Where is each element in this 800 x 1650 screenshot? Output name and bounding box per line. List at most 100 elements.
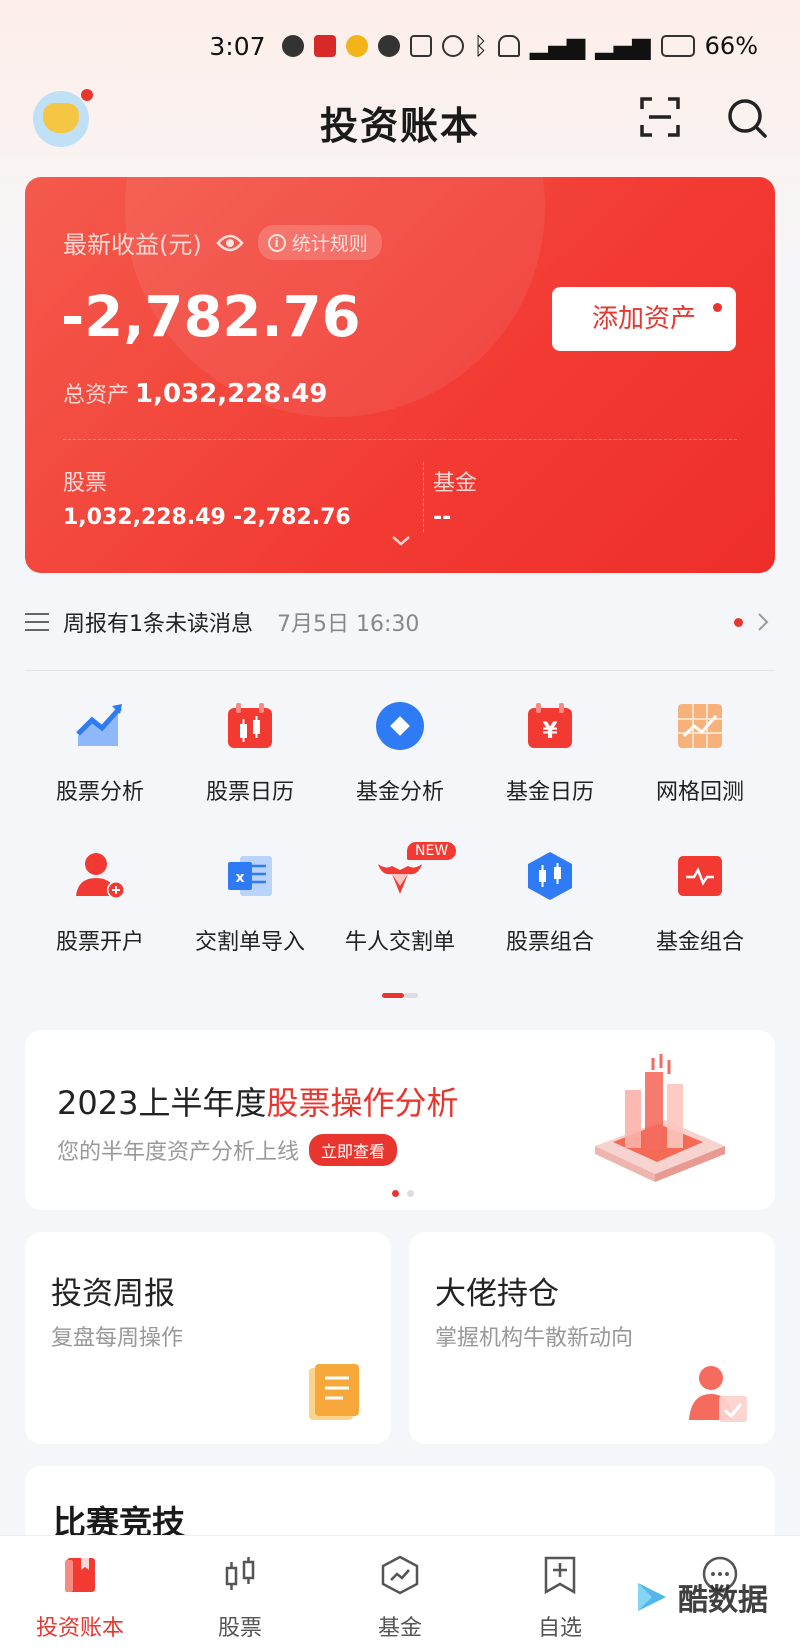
alarm-icon — [441, 35, 464, 57]
view-now-button[interactable]: 立即查看 — [309, 1134, 398, 1166]
new-badge: NEW — [407, 842, 457, 860]
nav-label: 股票 — [217, 1616, 262, 1641]
bluetooth-icon: ᛒ — [473, 32, 488, 60]
stock-profit-value: -2,782.76 — [233, 505, 351, 530]
grid-item-stock-analysis[interactable]: 股票分析 — [25, 700, 175, 850]
status-bar: 3:07 ᛒ ▂▄▆ ▂▄▆ 66% — [209, 28, 758, 64]
bar-chart-illustration — [595, 1054, 725, 1182]
nav-tab-watchlist[interactable]: 自选 — [490, 1536, 630, 1650]
grid-label: 股票日历 — [205, 780, 294, 805]
watermark-logo-icon — [638, 1583, 666, 1611]
info-icon: i — [267, 233, 286, 252]
stock-calendar-icon — [228, 703, 272, 748]
grid-item-open-account[interactable]: 股票开户 — [25, 850, 175, 1000]
stock-portfolio-icon — [528, 852, 572, 900]
trend-chart-icon — [76, 704, 122, 746]
nfc-icon — [409, 35, 432, 57]
menu-icon — [25, 613, 49, 631]
page-title: 投资账本 — [319, 104, 480, 148]
add-asset-label: 添加资产 — [591, 304, 696, 334]
stats-rules-label: 统计规则 — [291, 233, 368, 255]
wechat-icon — [281, 35, 304, 57]
banner-title-prefix: 2023上半年度 — [57, 1084, 267, 1122]
grid-item-grid-backtest[interactable]: 网格回测 — [625, 700, 775, 850]
candlestick-icon — [225, 1557, 255, 1590]
banner-title: 2023上半年度股票操作分析 — [57, 1078, 458, 1124]
grid-item-import-statement[interactable]: x 交割单导入 — [175, 850, 325, 1000]
stock-label[interactable]: 股票 — [63, 465, 107, 497]
grid-item-expert-statement[interactable]: NEW 牛人交割单 — [325, 842, 475, 1000]
nav-tab-stocks[interactable]: 股票 — [170, 1536, 310, 1650]
weekly-report-subtitle: 复盘每周操作 — [51, 1326, 184, 1351]
banner-title-highlight: 股票操作分析 — [266, 1084, 459, 1122]
grid-label: 网格回测 — [655, 780, 744, 805]
mute-icon — [497, 35, 520, 57]
stats-rules-badge[interactable]: i 统计规则 — [257, 225, 382, 260]
total-assets-value: 1,032,228.49 — [135, 379, 328, 409]
grid-label: 基金组合 — [655, 930, 744, 955]
investor-icon — [689, 1366, 747, 1422]
fund-calendar-icon: ¥ — [528, 703, 572, 748]
grid-item-fund-portfolio[interactable]: 基金组合 — [625, 850, 775, 1000]
svg-text:¥: ¥ — [542, 719, 558, 744]
signal-icon-2: ▂▄▆ — [595, 32, 651, 60]
analysis-banner[interactable]: 2023上半年度股票操作分析 您的半年度资产分析上线 立即查看 — [25, 1030, 775, 1210]
notice-text: 周报有1条未读消息 — [63, 612, 253, 637]
grid-label: 基金日历 — [505, 780, 594, 805]
fund-analysis-icon — [376, 702, 424, 750]
fund-portfolio-icon — [678, 856, 722, 896]
big-holdings-subtitle: 掌握机构牛散新动向 — [435, 1326, 634, 1351]
svg-text:x: x — [235, 870, 244, 886]
app-notification-icon — [313, 35, 336, 57]
fund-label[interactable]: 基金 — [433, 465, 477, 497]
grid-item-fund-calendar[interactable]: ¥ 基金日历 — [475, 700, 625, 850]
fund-value: -- — [433, 505, 452, 530]
function-grid: 股票分析 股票日历 基金分析 ¥ 基金日历 网格回测 股票开户 x 交割单导入 … — [25, 700, 775, 1000]
weekly-report-card[interactable]: 投资周报 复盘每周操作 — [25, 1232, 391, 1444]
latest-profit-label-row: 最新收益(元) i 统计规则 — [63, 225, 382, 260]
grid-label: 牛人交割单 — [344, 930, 455, 955]
nav-tab-ledger[interactable]: 投资账本 — [10, 1536, 150, 1650]
add-asset-red-dot — [713, 303, 722, 312]
notice-divider — [25, 670, 775, 671]
ledger-book-icon — [65, 1558, 95, 1592]
grid-item-stock-portfolio[interactable]: 股票组合 — [475, 850, 625, 1000]
unread-dot — [734, 618, 743, 627]
search-icon[interactable] — [726, 97, 768, 139]
watchlist-add-icon — [544, 1556, 576, 1595]
latest-profit-value: -2,782.76 — [61, 285, 361, 350]
big-holdings-card[interactable]: 大佬持仓 掌握机构牛散新动向 — [409, 1232, 775, 1444]
fund-trend-icon — [381, 1555, 419, 1595]
card-divider — [63, 439, 737, 440]
card-vertical-divider — [423, 462, 424, 532]
grid-item-fund-analysis[interactable]: 基金分析 — [325, 700, 475, 850]
scan-icon[interactable] — [640, 97, 680, 137]
status-time: 3:07 — [209, 31, 266, 61]
weekly-report-title: 投资周报 — [51, 1276, 175, 1312]
grid-page-indicator — [382, 993, 418, 998]
total-assets-row: 总资产 1,032,228.49 — [63, 377, 327, 409]
eye-icon[interactable] — [216, 233, 244, 253]
grid-row-2: 股票开户 x 交割单导入 NEW 牛人交割单 股票组合 基金组合 — [25, 842, 775, 1000]
chevron-down-icon[interactable] — [391, 535, 411, 547]
grid-backtest-icon — [678, 704, 722, 748]
big-holdings-title: 大佬持仓 — [435, 1276, 559, 1312]
battery-percent: 66% — [704, 32, 758, 60]
signal-icon: ▂▄▆ — [529, 32, 586, 60]
battery-icon — [660, 35, 695, 57]
grid-label: 股票开户 — [55, 930, 144, 955]
grid-item-stock-calendar[interactable]: 股票日历 — [175, 700, 325, 850]
banner-subtitle: 您的半年度资产分析上线 — [57, 1140, 300, 1165]
latest-profit-label: 最新收益(元) — [63, 231, 202, 259]
banner-subtitle-row: 您的半年度资产分析上线 立即查看 — [57, 1134, 398, 1166]
nav-label: 自选 — [537, 1616, 582, 1641]
nav-tab-funds[interactable]: 基金 — [330, 1536, 470, 1650]
add-asset-button[interactable]: 添加资产 — [552, 287, 736, 351]
watermark-text: 酷数据 — [678, 1583, 768, 1618]
nav-label: 基金 — [377, 1616, 422, 1641]
weibo-icon — [345, 35, 368, 57]
add-user-icon — [76, 853, 125, 899]
weekly-report-notice[interactable]: 周报有1条未读消息 7月5日 16:30 — [25, 600, 775, 644]
grid-row-1: 股票分析 股票日历 基金分析 ¥ 基金日历 网格回测 — [25, 700, 775, 850]
notice-time: 7月5日 16:30 — [277, 612, 420, 637]
